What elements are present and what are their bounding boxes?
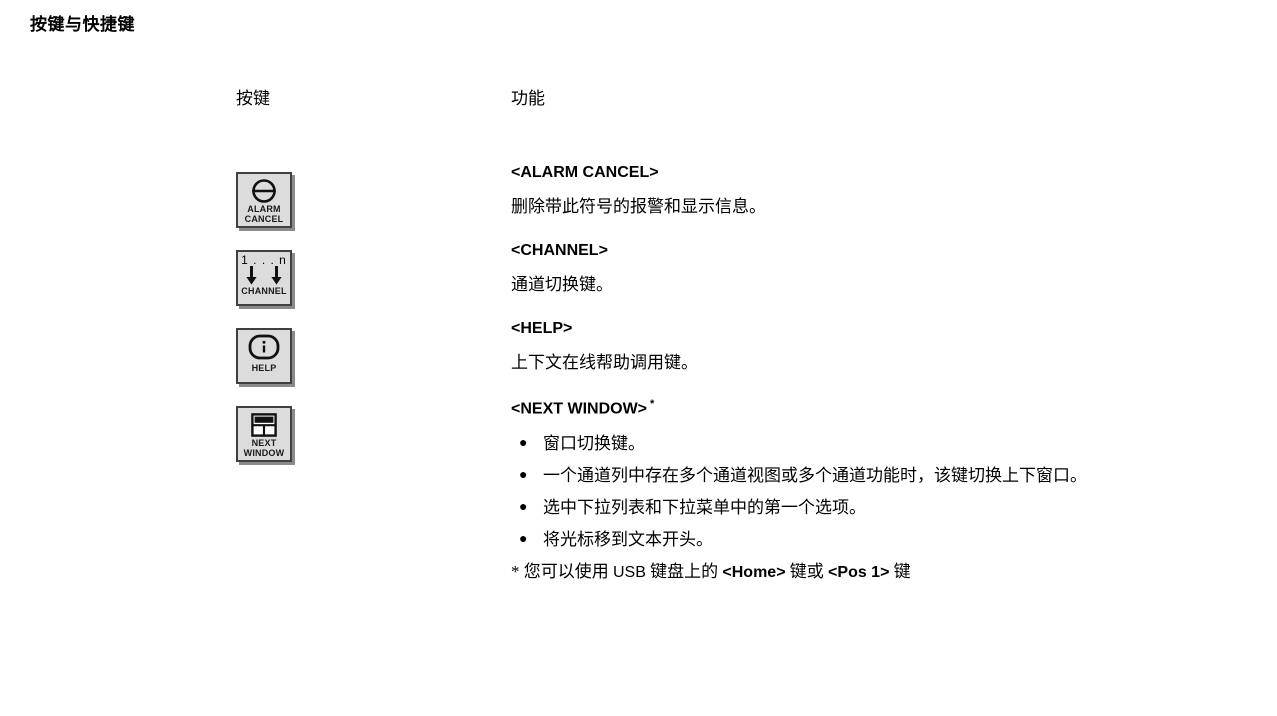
table-row: NEXT WINDOW <NEXT WINDOW> * ● 窗口切换键。 ● 一个通道… — [236, 398, 1266, 586]
list-item: ● 将光标移到文本开头。 — [511, 527, 1266, 553]
function-cell: <CHANNEL> 通道切换键。 — [511, 242, 1266, 297]
key-cell: 1 . . . n CHANNEL — [236, 242, 511, 306]
list-item: ● 窗口切换键。 — [511, 431, 1266, 457]
key-cell: ALARM CANCEL — [236, 164, 511, 228]
table-row: 1 . . . n CHANNEL <CHANNEL> 通道切换键。 — [236, 242, 1266, 306]
window-split-icon — [251, 411, 277, 438]
list-item-text: 选中下拉列表和下拉菜单中的第一个选项。 — [543, 498, 866, 518]
keycap-caption-line1: HELP — [251, 363, 277, 373]
footnote: * 您可以使用 USB 键盘上的 <Home> 键或 <Pos 1> 键 — [511, 559, 1266, 586]
keycap-caption: CHANNEL — [238, 286, 290, 296]
alarm-cancel-key-icon[interactable]: ALARM CANCEL — [236, 172, 292, 228]
list-item-text: 将光标移到文本开头。 — [543, 530, 713, 550]
function-cell: <ALARM CANCEL> 删除带此符号的报警和显示信息。 — [511, 164, 1266, 219]
channel-arrows-icon — [246, 266, 282, 285]
function-title: <ALARM CANCEL> — [511, 164, 659, 181]
footnote-text-mid1: 键盘上的 — [650, 562, 719, 582]
list-item-text: 窗口切换键。 — [543, 434, 645, 454]
footnote-text-mid2: 键或 — [789, 562, 824, 582]
function-description: 通道切换键。 — [511, 275, 613, 294]
keycap-caption-line2: WINDOW — [243, 448, 285, 458]
bullet-icon: ● — [519, 532, 528, 548]
list-item: ● 一个通道列中存在多个通道视图或多个通道功能时，该键切换上下窗口。 — [511, 463, 1266, 489]
function-cell: <NEXT WINDOW> * ● 窗口切换键。 ● 一个通道列中存在多个通道视图或多… — [511, 398, 1266, 586]
table-row: HELP <HELP> 上下文在线帮助调用键。 — [236, 320, 1266, 384]
keycap-caption: HELP — [238, 363, 290, 373]
footnote-marker: * — [650, 398, 655, 410]
function-title: <CHANNEL> — [511, 242, 608, 259]
keycap-caption: NEXT WINDOW — [238, 438, 290, 458]
keycap-caption-line1: ALARM — [247, 204, 281, 214]
column-header-function: 功能 — [511, 89, 545, 108]
next-window-key-icon[interactable]: NEXT WINDOW — [236, 406, 292, 462]
bullet-icon: ● — [519, 500, 528, 516]
alarm-cancel-symbol-icon — [251, 177, 277, 204]
footnote-key-home: <Home> — [722, 564, 786, 582]
function-description: 删除带此符号的报警和显示信息。 — [511, 197, 766, 216]
keycap-caption: ALARM CANCEL — [238, 204, 290, 224]
table-header-row: 按键 功能 — [236, 84, 1266, 142]
keycap-caption-line1: CHANNEL — [241, 286, 287, 296]
key-cell: NEXT WINDOW — [236, 398, 511, 462]
function-description: 上下文在线帮助调用键。 — [511, 353, 698, 372]
help-key-icon[interactable]: HELP — [236, 328, 292, 384]
key-cell: HELP — [236, 320, 511, 384]
function-title: <HELP> — [511, 320, 573, 337]
page-title: 按键与快捷键 — [30, 15, 135, 34]
channel-key-icon[interactable]: 1 . . . n CHANNEL — [236, 250, 292, 306]
keycap-caption-line1: NEXT — [251, 438, 277, 448]
table-row: ALARM CANCEL <ALARM CANCEL> 删除带此符号的报警和显示… — [236, 164, 1266, 228]
bullet-icon: ● — [519, 468, 528, 484]
function-title-text: <NEXT WINDOW> — [511, 400, 648, 418]
list-item: ● 选中下拉列表和下拉菜单中的第一个选项。 — [511, 495, 1266, 521]
function-title: <NEXT WINDOW> * — [511, 398, 1266, 418]
key-shortcut-table: 按键 功能 ALARM CANCEL <ALARM CANCEL> 删除带此符号… — [236, 84, 1266, 586]
bullet-icon: ● — [519, 436, 528, 452]
footnote-text-after: 键 — [893, 562, 911, 582]
footnote-text-before: 您可以使用 — [523, 562, 609, 582]
info-icon — [248, 333, 280, 360]
channel-range-label: 1 . . . n — [241, 253, 287, 267]
footnote-usb-label: USB — [613, 564, 646, 582]
column-header-key: 按键 — [236, 89, 270, 108]
keycap-caption-line2: CANCEL — [244, 214, 284, 224]
footnote-marker: * — [511, 562, 520, 582]
function-cell: <HELP> 上下文在线帮助调用键。 — [511, 320, 1266, 375]
list-item-text: 一个通道列中存在多个通道视图或多个通道功能时，该键切换上下窗口。 — [543, 466, 1087, 486]
footnote-key-pos1: <Pos 1> — [828, 564, 890, 582]
function-bullet-list: ● 窗口切换键。 ● 一个通道列中存在多个通道视图或多个通道功能时，该键切换上下窗口… — [511, 431, 1266, 553]
